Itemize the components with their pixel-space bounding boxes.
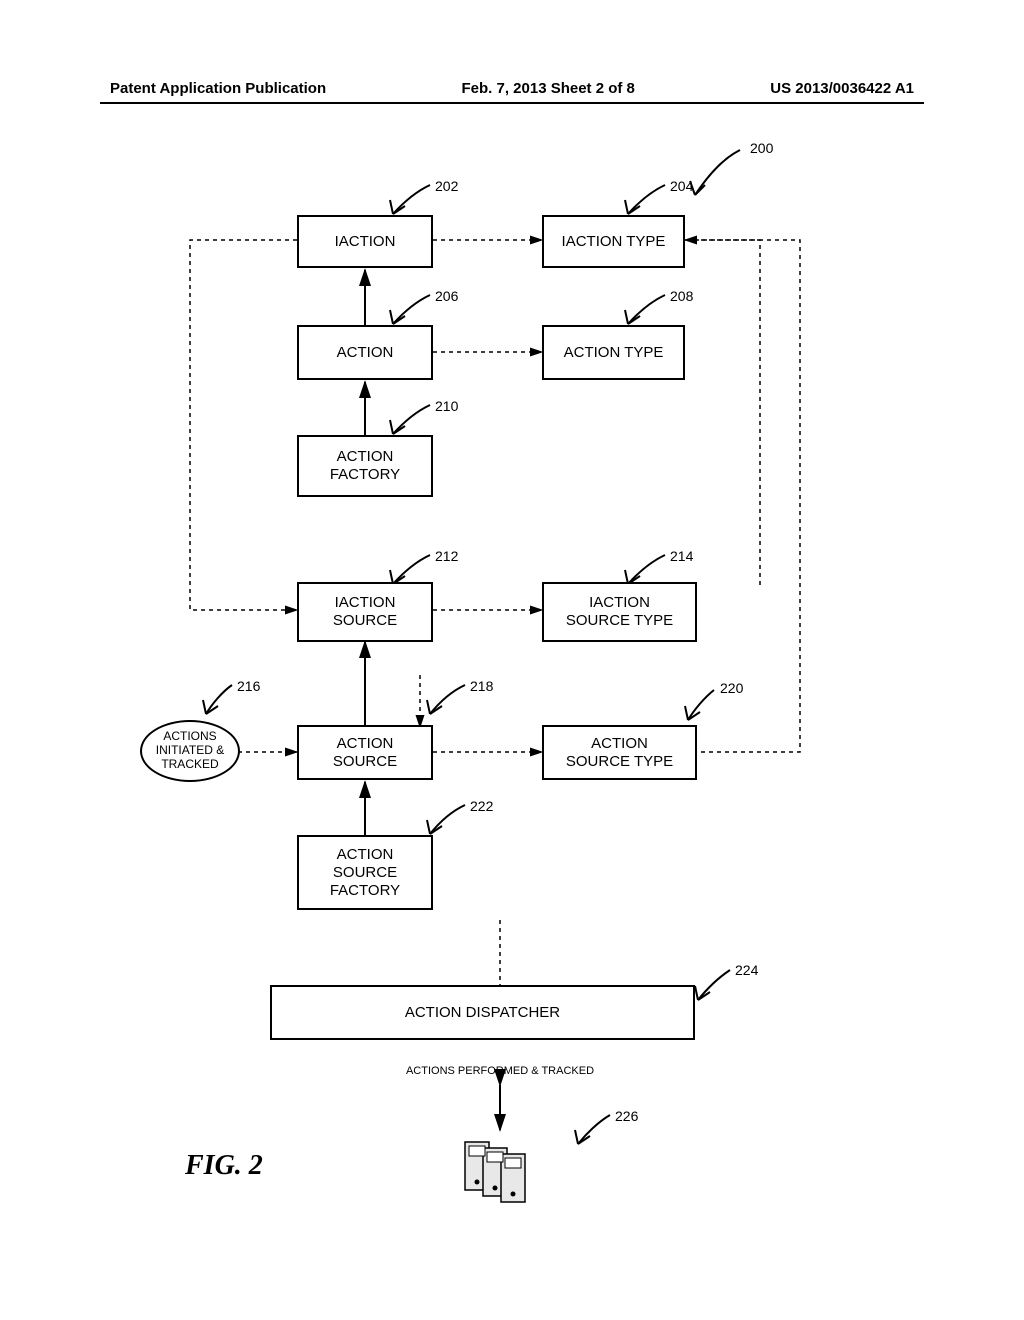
ref-200: 200 — [750, 140, 773, 156]
header-rule — [100, 102, 924, 104]
header-left: Patent Application Publication — [110, 80, 326, 97]
ref-216: 216 — [237, 678, 260, 694]
ref-204: 204 — [670, 178, 693, 194]
header-right: US 2013/0036422 A1 — [770, 80, 914, 97]
ref-222: 222 — [470, 798, 493, 814]
bubble-actions-initiated-tracked: ACTIONS INITIATED & TRACKED — [140, 720, 240, 782]
diagram-canvas: IACTION IACTION TYPE ACTION ACTION TYPE … — [100, 130, 924, 1250]
connectors-svg — [100, 130, 924, 1250]
ref-202: 202 — [435, 178, 458, 194]
figure-label: FIG. 2 — [185, 1150, 263, 1182]
ref-214: 214 — [670, 548, 693, 564]
ref-208: 208 — [670, 288, 693, 304]
box-iaction: IACTION — [297, 215, 433, 268]
ref-212: 212 — [435, 548, 458, 564]
ref-210: 210 — [435, 398, 458, 414]
box-action: ACTION — [297, 325, 433, 380]
box-action-source-factory: ACTION SOURCE FACTORY — [297, 835, 433, 910]
ref-206: 206 — [435, 288, 458, 304]
box-action-source: ACTION SOURCE — [297, 725, 433, 780]
ref-218: 218 — [470, 678, 493, 694]
ref-226: 226 — [615, 1108, 638, 1124]
note-actions-performed-tracked: ACTIONS PERFORMED & TRACKED — [390, 1065, 610, 1077]
box-action-factory: ACTION FACTORY — [297, 435, 433, 497]
header-mid: Feb. 7, 2013 Sheet 2 of 8 — [461, 80, 634, 97]
server-cluster-icon — [465, 1130, 535, 1210]
box-action-type: ACTION TYPE — [542, 325, 685, 380]
ref-220: 220 — [720, 680, 743, 696]
box-action-source-type: ACTION SOURCE TYPE — [542, 725, 697, 780]
box-iaction-source-type: IACTION SOURCE TYPE — [542, 582, 697, 642]
box-action-dispatcher: ACTION DISPATCHER — [270, 985, 695, 1040]
box-iaction-source: IACTION SOURCE — [297, 582, 433, 642]
ref-224: 224 — [735, 962, 758, 978]
box-iaction-type: IACTION TYPE — [542, 215, 685, 268]
